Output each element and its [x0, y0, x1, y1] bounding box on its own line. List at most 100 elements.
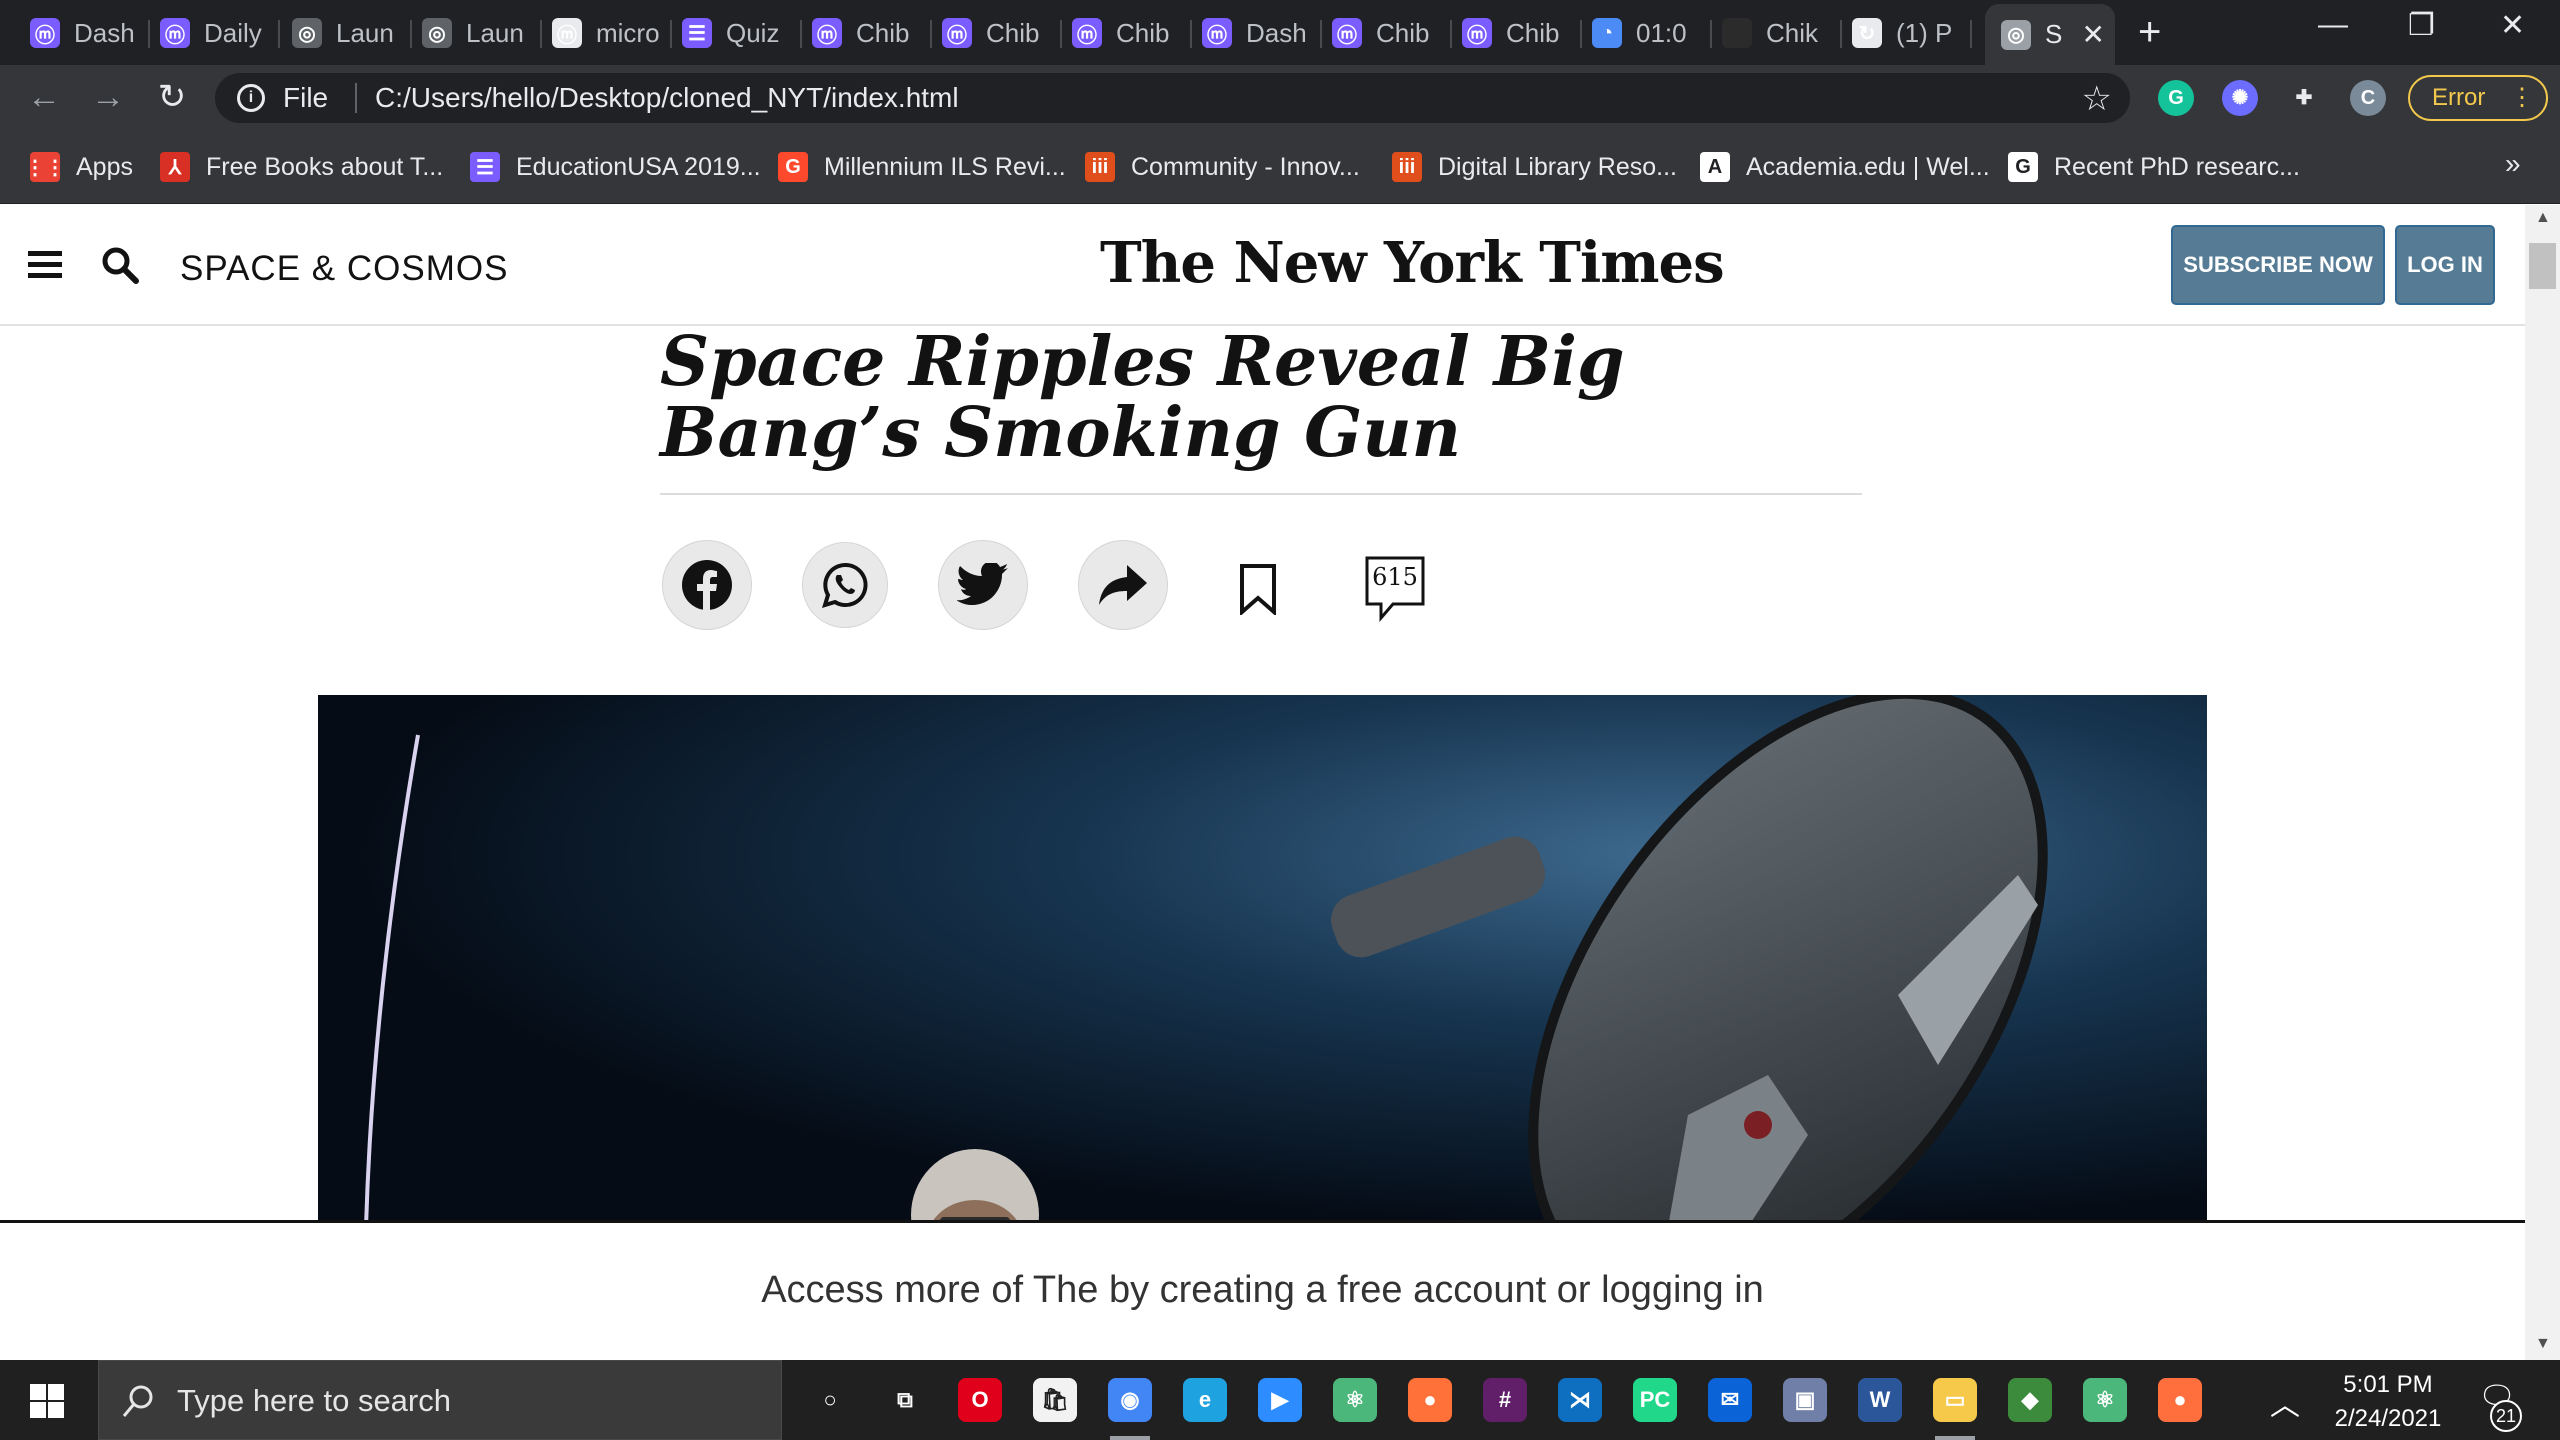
task-view-icon[interactable]: ⧉ — [883, 1378, 927, 1422]
running-indicator — [1110, 1436, 1150, 1440]
tab-title: S — [2045, 19, 2063, 49]
puzzle-icon[interactable]: ✚ — [2286, 80, 2322, 116]
drop-icon[interactable]: ● — [2158, 1378, 2202, 1422]
comments-button[interactable]: 615 — [1364, 555, 1426, 625]
new-tab-button[interactable]: + — [2138, 8, 2161, 56]
browser-tab[interactable]: ↻ (1) P — [1842, 8, 1972, 58]
close-tab-icon[interactable]: ✕ — [2082, 18, 2105, 51]
forward-button[interactable]: → — [88, 77, 128, 117]
browser-tab[interactable]: ⓜ micro — [542, 8, 672, 58]
taskbar-search-box[interactable]: Type here to search — [98, 1360, 782, 1440]
page-scrollbar[interactable]: ▲ ▼ — [2525, 205, 2560, 1360]
grammarly-icon[interactable]: G — [2158, 80, 2194, 116]
browser-tab[interactable]: Chik — [1712, 8, 1842, 58]
browser-tab[interactable]: ⓜ Dash — [1192, 8, 1322, 58]
monday-icon: ⓜ — [1072, 18, 1102, 48]
bookmark-item[interactable]: iii Community - Innov... — [1085, 150, 1360, 184]
headline-divider — [660, 493, 1862, 495]
system-clock[interactable]: 5:01 PM 2/24/2021 — [2318, 1368, 2458, 1436]
word-icon[interactable]: W — [1858, 1378, 1902, 1422]
facebook-share-button[interactable] — [662, 540, 752, 630]
browser-tab[interactable]: ◔ 01:0 — [1582, 8, 1712, 58]
browser-tab[interactable]: ⓜ Daily — [150, 8, 280, 58]
browser-tab[interactable]: ◎ Laun — [412, 8, 542, 58]
browser-tab[interactable]: ⓜ Chib — [1062, 8, 1192, 58]
mail-icon[interactable]: ✉ — [1708, 1378, 1752, 1422]
twitter-share-button[interactable] — [938, 540, 1028, 630]
browser-tab[interactable]: ⓜ Chib — [802, 8, 932, 58]
more-share-button[interactable] — [1078, 540, 1168, 630]
bookmark-item[interactable]: ⅄ Free Books about T... — [160, 150, 443, 184]
bookmark-item[interactable]: G Recent PhD researc... — [2008, 150, 2300, 184]
restore-button[interactable]: ❐ — [2408, 8, 2435, 43]
more-bookmarks-button[interactable]: » — [2505, 148, 2521, 180]
close-window-button[interactable]: ✕ — [2500, 8, 2525, 43]
tab-separator — [278, 20, 280, 48]
profile-error-button[interactable]: Error ⋮ — [2408, 75, 2548, 121]
error-label: Error — [2432, 84, 2486, 111]
bookmark-label: Digital Library Reso... — [1438, 152, 1677, 181]
address-bar[interactable]: i File C:/Users/hello/Desktop/cloned_NYT… — [215, 73, 2130, 123]
pdf-icon: ⅄ — [160, 152, 190, 182]
browser-tab[interactable]: ⓜ Chib — [1452, 8, 1582, 58]
bookmark-item[interactable]: A Academia.edu | Wel... — [1700, 150, 1990, 184]
bookmark-item[interactable]: ⋮⋮ Apps — [25, 150, 133, 184]
edge-icon[interactable]: e — [1183, 1378, 1227, 1422]
globe-icon: ◎ — [292, 18, 322, 48]
registration-banner[interactable]: Access more of The by creating a free ac… — [0, 1220, 2525, 1360]
bookmark-label: EducationUSA 2019... — [516, 152, 761, 181]
search-icon[interactable] — [100, 245, 140, 285]
profile-avatar[interactable]: C — [2350, 80, 2386, 116]
iii-icon: iii — [1085, 152, 1115, 182]
opera-icon[interactable]: O — [958, 1378, 1002, 1422]
bookmark-item[interactable]: G Millennium ILS Revi... — [778, 150, 1066, 184]
browser-tab[interactable]: ☰ Quiz — [672, 8, 802, 58]
save-bookmark-icon[interactable] — [1238, 563, 1278, 615]
tab-title: Dash — [1246, 17, 1307, 48]
browser-tab[interactable]: ⓜ Chib — [932, 8, 1062, 58]
list-icon: ☰ — [470, 152, 500, 182]
web-page: SPACE & COSMOS The New York Times SUBSCR… — [0, 205, 2525, 1360]
firefox-icon[interactable]: ● — [1408, 1378, 1452, 1422]
tab-title: Quiz — [726, 17, 780, 48]
browser-tab[interactable]: ⓜ Chib — [1322, 8, 1452, 58]
scroll-down-arrow-icon[interactable]: ▼ — [2535, 1335, 2551, 1353]
atom-alt-icon[interactable]: ⚛ — [2083, 1378, 2127, 1422]
site-info-icon[interactable]: i — [237, 84, 265, 112]
scroll-up-arrow-icon[interactable]: ▲ — [2535, 209, 2551, 227]
menu-icon[interactable] — [28, 251, 62, 279]
login-button[interactable]: LOG IN — [2395, 225, 2495, 305]
vscode-icon[interactable]: ⋊ — [1558, 1378, 1602, 1422]
chrome-icon[interactable]: ◉ — [1108, 1378, 1152, 1422]
scroll-thumb[interactable] — [2529, 243, 2556, 289]
bookmark-star-icon[interactable]: ☆ — [2082, 79, 2112, 119]
file-explorer-icon[interactable]: ▭ — [1933, 1378, 1977, 1422]
slack-icon[interactable]: # — [1483, 1378, 1527, 1422]
url-text[interactable]: C:/Users/hello/Desktop/cloned_NYT/index.… — [375, 82, 959, 114]
atom-icon[interactable]: ⚛ — [1333, 1378, 1377, 1422]
google-icon: G — [2008, 152, 2038, 182]
pycharm-icon[interactable]: PC — [1633, 1378, 1677, 1422]
tab-title: 01:0 — [1636, 17, 1687, 48]
section-name[interactable]: SPACE & COSMOS — [180, 249, 508, 289]
minimize-button[interactable]: — — [2318, 8, 2348, 42]
subscribe-button[interactable]: SUBSCRIBE NOW — [2171, 225, 2385, 305]
back-button[interactable]: ← — [24, 77, 64, 117]
extension-star-icon[interactable]: ✺ — [2222, 80, 2258, 116]
start-button[interactable] — [30, 1384, 64, 1418]
store-icon[interactable]: 🛍 — [1033, 1378, 1077, 1422]
nyt-logo[interactable]: The New York Times — [1100, 230, 1725, 296]
reload-button[interactable]: ↻ — [152, 77, 192, 117]
virtualbox-icon[interactable]: ▣ — [1783, 1378, 1827, 1422]
bookmark-label: Apps — [76, 152, 133, 181]
whatsapp-share-button[interactable] — [802, 542, 888, 628]
git-icon[interactable]: ◆ — [2008, 1378, 2052, 1422]
zoom-icon[interactable]: ▶ — [1258, 1378, 1302, 1422]
bookmark-item[interactable]: ☰ EducationUSA 2019... — [470, 150, 761, 184]
cortana-icon[interactable]: ○ — [808, 1378, 852, 1422]
chevron-up-icon[interactable]: ︿ — [2270, 1380, 2300, 1424]
bookmark-item[interactable]: iii Digital Library Reso... — [1392, 150, 1677, 184]
browser-tab[interactable]: ◎ S ✕ — [1985, 4, 2115, 65]
browser-tab[interactable]: ⓜ Dash — [20, 8, 150, 58]
browser-tab[interactable]: ◎ Laun — [282, 8, 412, 58]
